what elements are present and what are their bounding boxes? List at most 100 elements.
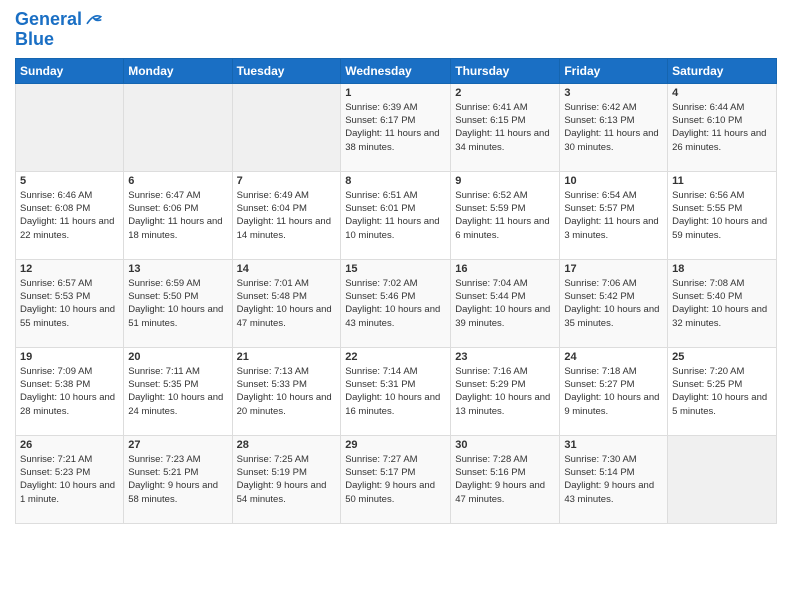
week-row-2: 5 Sunrise: 6:46 AMSunset: 6:08 PMDayligh… bbox=[16, 171, 777, 259]
day-number: 22 bbox=[345, 351, 446, 363]
day-info: Sunrise: 7:09 AMSunset: 5:38 PMDaylight:… bbox=[20, 365, 119, 418]
day-number: 13 bbox=[128, 263, 227, 275]
day-number: 28 bbox=[237, 439, 337, 451]
day-number: 4 bbox=[672, 87, 772, 99]
logo-icon bbox=[84, 10, 104, 30]
day-info: Sunrise: 6:39 AMSunset: 6:17 PMDaylight:… bbox=[345, 101, 446, 154]
calendar-cell: 27 Sunrise: 7:23 AMSunset: 5:21 PMDaylig… bbox=[124, 435, 232, 523]
day-number: 6 bbox=[128, 175, 227, 187]
day-info: Sunrise: 6:47 AMSunset: 6:06 PMDaylight:… bbox=[128, 189, 227, 242]
calendar-cell: 16 Sunrise: 7:04 AMSunset: 5:44 PMDaylig… bbox=[451, 259, 560, 347]
calendar-cell: 19 Sunrise: 7:09 AMSunset: 5:38 PMDaylig… bbox=[16, 347, 124, 435]
day-number: 12 bbox=[20, 263, 119, 275]
day-info: Sunrise: 7:27 AMSunset: 5:17 PMDaylight:… bbox=[345, 453, 446, 506]
week-row-4: 19 Sunrise: 7:09 AMSunset: 5:38 PMDaylig… bbox=[16, 347, 777, 435]
day-number: 3 bbox=[564, 87, 663, 99]
calendar-cell: 2 Sunrise: 6:41 AMSunset: 6:15 PMDayligh… bbox=[451, 83, 560, 171]
day-header-friday: Friday bbox=[560, 58, 668, 83]
week-row-3: 12 Sunrise: 6:57 AMSunset: 5:53 PMDaylig… bbox=[16, 259, 777, 347]
day-number: 14 bbox=[237, 263, 337, 275]
calendar-cell bbox=[232, 83, 341, 171]
calendar-cell bbox=[668, 435, 777, 523]
calendar-cell: 17 Sunrise: 7:06 AMSunset: 5:42 PMDaylig… bbox=[560, 259, 668, 347]
day-info: Sunrise: 6:41 AMSunset: 6:15 PMDaylight:… bbox=[455, 101, 555, 154]
calendar-cell: 12 Sunrise: 6:57 AMSunset: 5:53 PMDaylig… bbox=[16, 259, 124, 347]
calendar-cell: 25 Sunrise: 7:20 AMSunset: 5:25 PMDaylig… bbox=[668, 347, 777, 435]
page: General Blue SundayMondayTuesdayWednesda… bbox=[0, 0, 792, 612]
day-info: Sunrise: 7:01 AMSunset: 5:48 PMDaylight:… bbox=[237, 277, 337, 330]
calendar-cell: 28 Sunrise: 7:25 AMSunset: 5:19 PMDaylig… bbox=[232, 435, 341, 523]
day-info: Sunrise: 6:46 AMSunset: 6:08 PMDaylight:… bbox=[20, 189, 119, 242]
day-number: 20 bbox=[128, 351, 227, 363]
calendar-cell: 20 Sunrise: 7:11 AMSunset: 5:35 PMDaylig… bbox=[124, 347, 232, 435]
day-info: Sunrise: 7:30 AMSunset: 5:14 PMDaylight:… bbox=[564, 453, 663, 506]
day-info: Sunrise: 6:42 AMSunset: 6:13 PMDaylight:… bbox=[564, 101, 663, 154]
day-info: Sunrise: 6:44 AMSunset: 6:10 PMDaylight:… bbox=[672, 101, 772, 154]
calendar-cell: 26 Sunrise: 7:21 AMSunset: 5:23 PMDaylig… bbox=[16, 435, 124, 523]
calendar-cell: 14 Sunrise: 7:01 AMSunset: 5:48 PMDaylig… bbox=[232, 259, 341, 347]
calendar-cell: 10 Sunrise: 6:54 AMSunset: 5:57 PMDaylig… bbox=[560, 171, 668, 259]
day-info: Sunrise: 6:49 AMSunset: 6:04 PMDaylight:… bbox=[237, 189, 337, 242]
day-info: Sunrise: 7:16 AMSunset: 5:29 PMDaylight:… bbox=[455, 365, 555, 418]
day-info: Sunrise: 7:25 AMSunset: 5:19 PMDaylight:… bbox=[237, 453, 337, 506]
day-info: Sunrise: 7:13 AMSunset: 5:33 PMDaylight:… bbox=[237, 365, 337, 418]
calendar-cell: 11 Sunrise: 6:56 AMSunset: 5:55 PMDaylig… bbox=[668, 171, 777, 259]
day-info: Sunrise: 7:28 AMSunset: 5:16 PMDaylight:… bbox=[455, 453, 555, 506]
day-number: 31 bbox=[564, 439, 663, 451]
week-row-1: 1 Sunrise: 6:39 AMSunset: 6:17 PMDayligh… bbox=[16, 83, 777, 171]
calendar-cell: 24 Sunrise: 7:18 AMSunset: 5:27 PMDaylig… bbox=[560, 347, 668, 435]
day-info: Sunrise: 7:20 AMSunset: 5:25 PMDaylight:… bbox=[672, 365, 772, 418]
day-info: Sunrise: 7:06 AMSunset: 5:42 PMDaylight:… bbox=[564, 277, 663, 330]
calendar-cell: 15 Sunrise: 7:02 AMSunset: 5:46 PMDaylig… bbox=[341, 259, 451, 347]
day-info: Sunrise: 7:02 AMSunset: 5:46 PMDaylight:… bbox=[345, 277, 446, 330]
day-number: 25 bbox=[672, 351, 772, 363]
calendar-cell: 22 Sunrise: 7:14 AMSunset: 5:31 PMDaylig… bbox=[341, 347, 451, 435]
day-number: 19 bbox=[20, 351, 119, 363]
day-number: 26 bbox=[20, 439, 119, 451]
calendar-cell: 1 Sunrise: 6:39 AMSunset: 6:17 PMDayligh… bbox=[341, 83, 451, 171]
day-info: Sunrise: 7:14 AMSunset: 5:31 PMDaylight:… bbox=[345, 365, 446, 418]
day-number: 9 bbox=[455, 175, 555, 187]
calendar-cell: 18 Sunrise: 7:08 AMSunset: 5:40 PMDaylig… bbox=[668, 259, 777, 347]
day-info: Sunrise: 6:56 AMSunset: 5:55 PMDaylight:… bbox=[672, 189, 772, 242]
day-number: 11 bbox=[672, 175, 772, 187]
week-row-5: 26 Sunrise: 7:21 AMSunset: 5:23 PMDaylig… bbox=[16, 435, 777, 523]
day-number: 10 bbox=[564, 175, 663, 187]
day-number: 16 bbox=[455, 263, 555, 275]
calendar-cell: 30 Sunrise: 7:28 AMSunset: 5:16 PMDaylig… bbox=[451, 435, 560, 523]
day-number: 5 bbox=[20, 175, 119, 187]
day-number: 23 bbox=[455, 351, 555, 363]
header: General Blue bbox=[15, 10, 777, 50]
logo: General Blue bbox=[15, 10, 104, 50]
calendar-cell: 4 Sunrise: 6:44 AMSunset: 6:10 PMDayligh… bbox=[668, 83, 777, 171]
day-info: Sunrise: 7:11 AMSunset: 5:35 PMDaylight:… bbox=[128, 365, 227, 418]
day-info: Sunrise: 6:57 AMSunset: 5:53 PMDaylight:… bbox=[20, 277, 119, 330]
logo-text: General bbox=[15, 10, 82, 30]
calendar-cell: 23 Sunrise: 7:16 AMSunset: 5:29 PMDaylig… bbox=[451, 347, 560, 435]
calendar-cell: 29 Sunrise: 7:27 AMSunset: 5:17 PMDaylig… bbox=[341, 435, 451, 523]
calendar-cell: 8 Sunrise: 6:51 AMSunset: 6:01 PMDayligh… bbox=[341, 171, 451, 259]
day-number: 17 bbox=[564, 263, 663, 275]
day-number: 27 bbox=[128, 439, 227, 451]
day-info: Sunrise: 7:23 AMSunset: 5:21 PMDaylight:… bbox=[128, 453, 227, 506]
day-number: 24 bbox=[564, 351, 663, 363]
calendar-header-row: SundayMondayTuesdayWednesdayThursdayFrid… bbox=[16, 58, 777, 83]
day-number: 18 bbox=[672, 263, 772, 275]
day-info: Sunrise: 6:51 AMSunset: 6:01 PMDaylight:… bbox=[345, 189, 446, 242]
day-number: 15 bbox=[345, 263, 446, 275]
day-header-sunday: Sunday bbox=[16, 58, 124, 83]
day-header-thursday: Thursday bbox=[451, 58, 560, 83]
calendar-cell: 31 Sunrise: 7:30 AMSunset: 5:14 PMDaylig… bbox=[560, 435, 668, 523]
calendar-cell: 6 Sunrise: 6:47 AMSunset: 6:06 PMDayligh… bbox=[124, 171, 232, 259]
day-number: 2 bbox=[455, 87, 555, 99]
calendar-table: SundayMondayTuesdayWednesdayThursdayFrid… bbox=[15, 58, 777, 524]
day-number: 1 bbox=[345, 87, 446, 99]
day-number: 30 bbox=[455, 439, 555, 451]
day-header-saturday: Saturday bbox=[668, 58, 777, 83]
logo-subtext: Blue bbox=[15, 30, 104, 50]
calendar-cell: 7 Sunrise: 6:49 AMSunset: 6:04 PMDayligh… bbox=[232, 171, 341, 259]
calendar-cell: 5 Sunrise: 6:46 AMSunset: 6:08 PMDayligh… bbox=[16, 171, 124, 259]
calendar-cell bbox=[16, 83, 124, 171]
day-number: 7 bbox=[237, 175, 337, 187]
day-info: Sunrise: 7:04 AMSunset: 5:44 PMDaylight:… bbox=[455, 277, 555, 330]
